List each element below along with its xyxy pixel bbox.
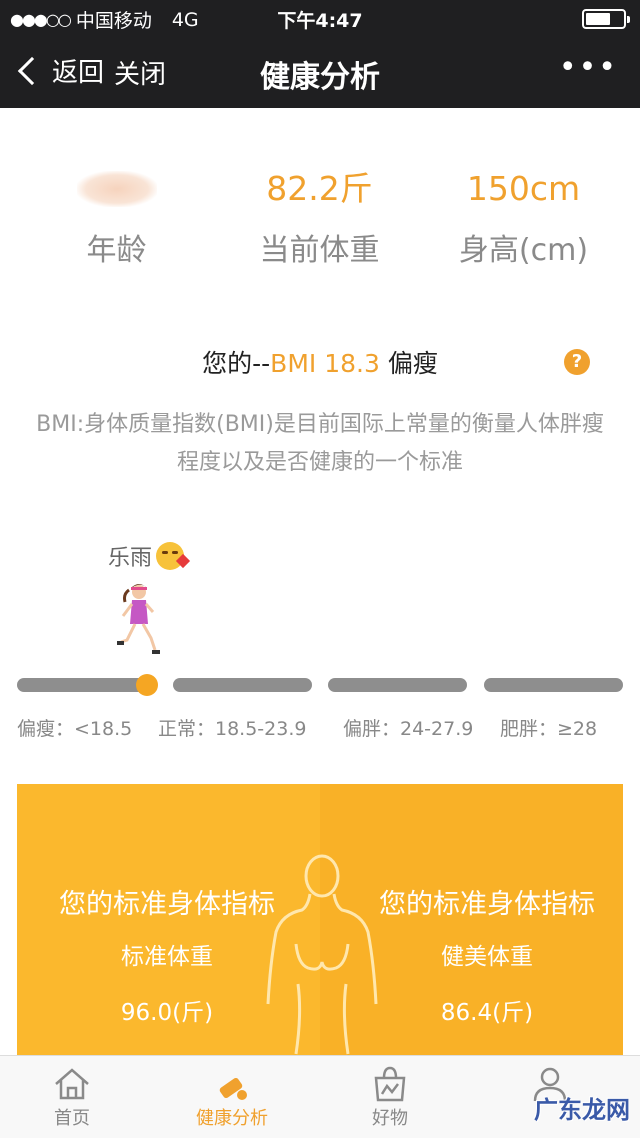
scale-segment-normal [173, 678, 312, 692]
tab-goods[interactable]: 好物 [330, 1062, 450, 1130]
status-bar: ●●●○○ 中国移动 4G 下午4:47 [0, 0, 640, 36]
left-value: 96.0(斤) [120, 1000, 214, 1026]
top-bar: ●●●○○ 中国移动 4G 下午4:47 返回 关闭 健康分析 ••• [0, 0, 640, 108]
runner-girl-icon [117, 584, 160, 654]
scale-segment-overweight [328, 678, 467, 692]
height-label: 身高(cm) [458, 233, 589, 268]
home-icon [55, 1068, 89, 1100]
age-value [10, 165, 223, 213]
user-name: 乐雨 [108, 546, 153, 571]
watermark: 广东龙网 [534, 1096, 630, 1124]
question-icon[interactable]: ? [564, 349, 590, 375]
scale-segment-obese [484, 678, 623, 692]
standard-body-card: 您的标准身体指标 标准体重 96.0(斤) 标准三围 您的标准身体指标 健美体重… [17, 784, 623, 1064]
bmi-description: BMI:身体质量指数(BMI)是目前国际上常量的衡量人体胖瘦程度以及是否健康的一… [36, 412, 604, 475]
weight-value: 82.2斤 [266, 169, 373, 208]
tab-health-analysis[interactable]: 健康分析 [172, 1062, 292, 1130]
tab-goods-label: 好物 [372, 1108, 408, 1129]
stat-weight: 82.2斤 当前体重 [213, 165, 426, 269]
range-normal: 正常：18.5-23.9 [158, 718, 307, 740]
blurred-age [76, 171, 157, 207]
right-value: 86.4(斤) [440, 1000, 534, 1026]
left-sub: 标准体重 [121, 944, 213, 970]
tab-health-label: 健康分析 [196, 1108, 268, 1129]
kiss-face-icon [156, 542, 191, 570]
range-obese: 肥胖：≥28 [500, 718, 598, 740]
stat-age: 年龄 [10, 165, 223, 269]
height-value: 150cm [466, 169, 581, 208]
nav-bar: 返回 关闭 健康分析 ••• [0, 36, 640, 108]
tab-home-label: 首页 [54, 1108, 90, 1129]
bmi-marker [136, 674, 158, 696]
stat-height: 150cm 身高(cm) [417, 165, 630, 269]
standard-left-column: 您的标准身体指标 标准体重 96.0(斤) 标准三围 [27, 882, 307, 1064]
scale-segment-underweight [17, 678, 154, 692]
standard-right-column: 您的标准身体指标 健美体重 86.4(斤) 美体三围 [347, 882, 623, 1064]
weight-label: 当前体重 [259, 233, 380, 268]
bmi-status: 偏瘦 [387, 349, 438, 378]
bmi-prefix: 您的-- [202, 349, 271, 378]
clock: 下午4:47 [277, 10, 363, 32]
battery-icon [582, 9, 630, 29]
bag-icon [374, 1066, 406, 1102]
range-underweight: 偏瘦：<18.5 [17, 718, 133, 740]
left-heading: 您的标准身体指标 [59, 889, 275, 920]
range-overweight: 偏胖：24-27.9 [343, 718, 474, 740]
user-tag: 乐雨 [108, 540, 191, 572]
age-label: 年龄 [86, 233, 147, 268]
right-heading: 您的标准身体指标 [379, 889, 595, 920]
bmi-summary: 您的--BMI 18.3 偏瘦 [0, 344, 640, 380]
bmi-value: BMI 18.3 [270, 349, 380, 378]
right-sub: 健美体重 [441, 944, 533, 970]
page-title: 健康分析 [260, 60, 380, 95]
health-icon [219, 1077, 247, 1100]
tab-home[interactable]: 首页 [12, 1062, 132, 1130]
more-menu-button[interactable]: ••• [559, 53, 618, 83]
